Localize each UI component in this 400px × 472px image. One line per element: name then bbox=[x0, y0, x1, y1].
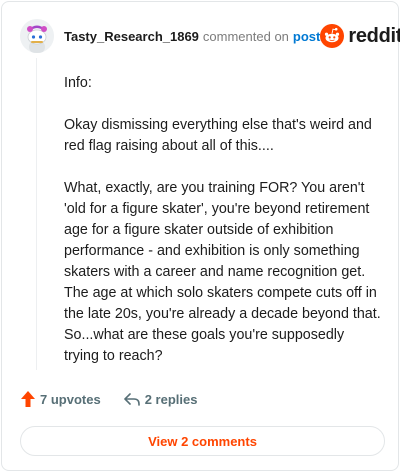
comment-actions: 7 upvotes 2 replies bbox=[20, 390, 197, 408]
username-link[interactable]: Tasty_Research_1869 bbox=[64, 29, 199, 44]
reddit-logo[interactable]: reddit bbox=[320, 24, 400, 48]
reply-arrow-icon bbox=[123, 393, 140, 406]
user-avatar[interactable] bbox=[20, 19, 54, 53]
comment-body: Info: Okay dismissing everything else th… bbox=[64, 73, 382, 388]
replies-button[interactable]: 2 replies bbox=[123, 391, 198, 407]
view-comments-button[interactable]: View 2 comments bbox=[20, 426, 385, 456]
reddit-wordmark: reddit bbox=[348, 24, 400, 47]
thread-line[interactable] bbox=[36, 58, 37, 370]
upvote-arrow-icon bbox=[21, 391, 35, 407]
snoo-avatar-icon bbox=[20, 19, 54, 53]
upvote-button[interactable]: 7 upvotes bbox=[20, 390, 101, 408]
comment-header: Tasty_Research_1869 commented on post re… bbox=[20, 18, 400, 54]
comment-paragraph: Okay dismissing everything else that's w… bbox=[64, 117, 372, 154]
comment-paragraph: What, exactly, are you training FOR? You… bbox=[64, 180, 381, 364]
comment-meta: Tasty_Research_1869 commented on post bbox=[64, 29, 320, 44]
reddit-logo-icon bbox=[320, 24, 345, 48]
reply-count: 2 replies bbox=[144, 391, 198, 407]
comment-card: Tasty_Research_1869 commented on post re… bbox=[1, 1, 400, 471]
post-link[interactable]: post bbox=[293, 29, 320, 44]
commented-on-text: commented on bbox=[202, 28, 289, 44]
upvote-count: 7 upvotes bbox=[40, 391, 101, 407]
comment-paragraph: Info: bbox=[64, 75, 92, 91]
